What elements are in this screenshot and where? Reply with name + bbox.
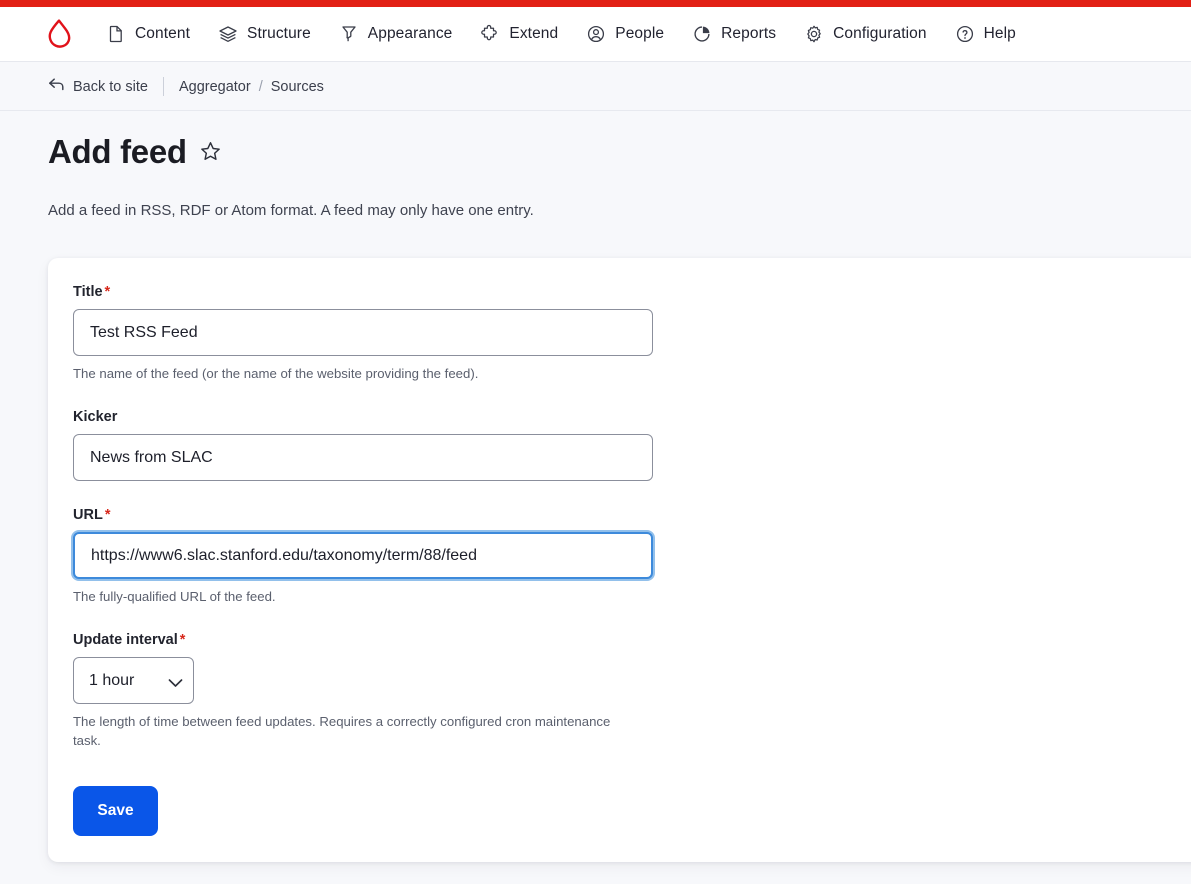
- spacer: [73, 383, 1191, 409]
- toolbar-item-label: Appearance: [368, 25, 453, 43]
- toolbar-item-appearance[interactable]: Appearance: [329, 18, 463, 50]
- field-url-description: The fully-qualified URL of the feed.: [73, 587, 633, 606]
- feed-form-card: Title* The name of the feed (or the name…: [48, 258, 1191, 862]
- question-circle-icon: [955, 24, 975, 44]
- required-marker: *: [180, 632, 186, 648]
- breadcrumb-separator: /: [259, 79, 263, 95]
- toolbar-item-help[interactable]: Help: [945, 18, 1026, 50]
- url-input[interactable]: [73, 532, 653, 579]
- back-to-site-label: Back to site: [73, 79, 148, 95]
- breadcrumb-item-aggregator[interactable]: Aggregator: [179, 79, 251, 95]
- toolbar-item-label: Configuration: [833, 25, 927, 43]
- add-feed-form: Title* The name of the feed (or the name…: [48, 258, 1191, 836]
- top-accent-bar: [0, 0, 1191, 7]
- field-title-description: The name of the feed (or the name of the…: [73, 364, 633, 383]
- toolbar-item-content[interactable]: Content: [96, 18, 200, 50]
- page-title: Add feed: [48, 134, 187, 170]
- back-to-site-link[interactable]: Back to site: [48, 77, 148, 96]
- breadcrumb-divider: [163, 77, 164, 96]
- toolbar-item-people[interactable]: People: [576, 18, 674, 50]
- toolbar-item-structure[interactable]: Structure: [208, 18, 321, 50]
- update-interval-select[interactable]: 15 min30 min1 hour2 hours3 hours6 hours9…: [73, 657, 194, 704]
- breadcrumb-bar: Back to site Aggregator / Sources: [0, 63, 1191, 111]
- page-description: Add a feed in RSS, RDF or Atom format. A…: [48, 202, 1191, 219]
- field-kicker-label: Kicker: [73, 409, 1191, 425]
- field-kicker: Kicker: [73, 409, 1191, 481]
- gear-icon: [804, 24, 824, 44]
- field-kicker-label-text: Kicker: [73, 409, 117, 425]
- toolbar-item-extend[interactable]: Extend: [470, 18, 568, 50]
- toolbar-item-label: Extend: [509, 25, 558, 43]
- save-button[interactable]: Save: [73, 786, 158, 836]
- breadcrumb: Back to site Aggregator / Sources: [48, 77, 324, 96]
- toolbar-item-label: Help: [984, 25, 1016, 43]
- kicker-input[interactable]: [73, 434, 653, 481]
- field-title-label-text: Title: [73, 284, 103, 300]
- field-update-interval-label: Update interval*: [73, 632, 1191, 648]
- field-update-interval: Update interval* 15 min30 min1 hour2 hou…: [73, 632, 1191, 750]
- title-row: Add feed: [48, 134, 1191, 170]
- spacer: [73, 606, 1191, 632]
- toolbar-item-configuration[interactable]: Configuration: [794, 18, 937, 50]
- field-url-label: URL*: [73, 507, 1191, 523]
- document-icon: [106, 24, 126, 44]
- page-header: Add feed Add a feed in RSS, RDF or Atom …: [0, 111, 1191, 219]
- breadcrumb-item-sources[interactable]: Sources: [271, 79, 324, 95]
- field-url: URL* The fully-qualified URL of the feed…: [73, 507, 1191, 606]
- required-marker: *: [105, 284, 111, 300]
- update-interval-select-wrapper: 15 min30 min1 hour2 hours3 hours6 hours9…: [73, 657, 194, 704]
- field-update-interval-description: The length of time between feed updates.…: [73, 712, 633, 750]
- user-circle-icon: [586, 24, 606, 44]
- field-title-label: Title*: [73, 284, 1191, 300]
- arrow-back-icon: [48, 77, 65, 96]
- admin-toolbar: Content Structure Appearance Extend Peop…: [0, 7, 1191, 62]
- required-marker: *: [105, 507, 111, 523]
- toolbar-item-label: Reports: [721, 25, 776, 43]
- toolbar-item-label: Structure: [247, 25, 311, 43]
- field-title: Title* The name of the feed (or the name…: [73, 284, 1191, 383]
- field-update-interval-label-text: Update interval: [73, 632, 178, 648]
- toolbar-item-label: Content: [135, 25, 190, 43]
- spacer: [73, 481, 1191, 507]
- toolbar-item-reports[interactable]: Reports: [682, 18, 786, 50]
- paint-roller-icon: [339, 24, 359, 44]
- drupal-drop-logo[interactable]: [44, 17, 74, 51]
- toolbar-item-label: People: [615, 25, 664, 43]
- star-outline-icon[interactable]: [199, 140, 222, 168]
- layers-icon: [218, 24, 238, 44]
- field-url-label-text: URL: [73, 507, 103, 523]
- puzzle-piece-icon: [480, 24, 500, 44]
- title-input[interactable]: [73, 309, 653, 356]
- pie-chart-icon: [692, 24, 712, 44]
